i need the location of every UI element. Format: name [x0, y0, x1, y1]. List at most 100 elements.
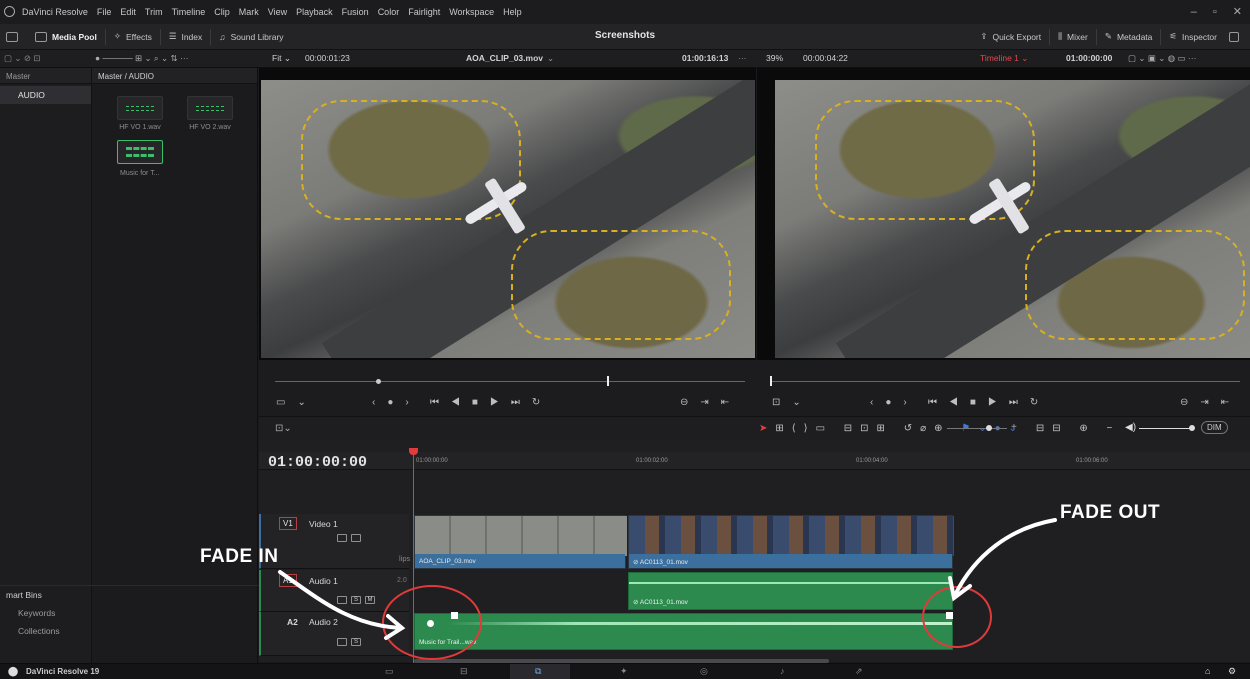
menu-timeline[interactable]: Timeline [172, 7, 206, 17]
maximize-icon[interactable]: ▫ [1213, 6, 1217, 18]
timeline-scrubber[interactable] [770, 381, 1240, 382]
source-in-marker[interactable] [376, 379, 381, 384]
menu-color[interactable]: Color [378, 7, 400, 17]
zoom-percent[interactable]: 39% [766, 53, 783, 63]
index-button[interactable]: ☰ Index [163, 28, 208, 46]
menu-edit[interactable]: Edit [120, 7, 136, 17]
menu-playback[interactable]: Playback [296, 7, 333, 17]
source-play-controls[interactable]: ⏮◀■▶⏭↻ [430, 397, 552, 408]
close-icon[interactable]: ✕ [1233, 5, 1242, 18]
source-viewer[interactable] [259, 68, 756, 360]
menu-mark[interactable]: Mark [239, 7, 259, 17]
divider [1095, 28, 1097, 45]
zoom-in-icon[interactable]: + [1011, 422, 1017, 433]
metadata-button[interactable]: ✎ Metadata [1099, 28, 1159, 46]
volume-slider-handle[interactable] [1189, 425, 1195, 431]
clip-thumbnail[interactable] [117, 96, 163, 120]
auto-select-icon[interactable] [337, 534, 347, 542]
audio-clip[interactable]: ⊘ AC0113_01.mov [628, 572, 953, 610]
timeline-name-dropdown[interactable]: Timeline 1 ⌄ [980, 53, 1028, 64]
timeline-viewer[interactable] [757, 68, 1250, 360]
divider [1049, 28, 1051, 45]
clip-thumbnails [415, 516, 627, 556]
source-transport-controls[interactable]: ▭⌄ [276, 397, 318, 408]
zoom-slider-handle[interactable] [986, 425, 992, 431]
source-scrubber[interactable] [275, 381, 745, 382]
chevron-down-icon[interactable]: ⌄ [547, 53, 554, 64]
fairlight-page-icon[interactable]: ♪ [780, 666, 785, 676]
speaker-icon[interactable]: ◀) [1125, 422, 1136, 433]
fade-out-arrow-icon [948, 518, 1057, 602]
clip-name: Music for T... [120, 170, 160, 177]
menu-help[interactable]: Help [503, 7, 522, 17]
mixer-button[interactable]: ⫼ Mixer [1052, 28, 1094, 46]
thumbnail-size-slider[interactable]: ● ───── ⊞ ⌄ ⌕ ⌄ ⇅ ··· [95, 53, 189, 64]
dim-button[interactable]: DIM [1201, 421, 1228, 434]
volume-slider[interactable] [1139, 428, 1191, 429]
timeline-transport-controls[interactable]: ⊡⌄ [772, 397, 813, 408]
timeline-duration-timecode: 00:00:04:22 [803, 53, 848, 63]
sound-library-button[interactable]: ♫ Sound Library [213, 28, 289, 46]
color-page-icon[interactable]: ◎ [700, 666, 708, 677]
menu-clip[interactable]: Clip [214, 7, 230, 17]
clip-label-text: AC0113_01.mov [639, 599, 688, 606]
deliver-page-icon[interactable]: ⇗ [855, 666, 863, 677]
gear-icon[interactable]: ⚙ [1228, 666, 1236, 677]
fusion-page-icon[interactable]: ✦ [620, 666, 628, 677]
divider [104, 28, 106, 45]
video-clip[interactable]: AOA_CLIP_03.mov [414, 515, 627, 569]
menu-list: DaVinci Resolve File Edit Trim Timeline … [22, 7, 531, 17]
minimize-icon[interactable]: – [1191, 6, 1197, 18]
home-icon[interactable]: ⌂ [1205, 666, 1210, 676]
menu-file[interactable]: File [97, 7, 112, 17]
track-tag-v1[interactable]: V1 [279, 517, 297, 530]
sound-library-label: Sound Library [230, 31, 284, 42]
source-mark-controls[interactable]: ⊖⇥⇤ [680, 397, 741, 408]
timeline-jog-control[interactable]: ‹●› [870, 397, 919, 408]
edit-tools[interactable]: ➤⊞⟨⟩▭ ⊟⊡⊞ ↺⌀⊕ ⚑⌄●⌄ ⊟⊟ ⊕ − [759, 423, 1120, 434]
cut-page-icon[interactable]: ⊟ [460, 666, 468, 677]
taxiway-line [1025, 230, 1245, 340]
view-options-icon[interactable]: ▢ ⌄ ⊘ ⊡ [4, 53, 40, 64]
more-options-icon[interactable]: ··· [738, 53, 747, 63]
viewer-options-icon[interactable]: ▢ ⌄ ▣ ⌄ ◍ ▭ ··· [1128, 53, 1196, 64]
source-playhead[interactable] [607, 376, 609, 386]
audio-wave-icon [126, 147, 154, 157]
media-pool-icon [35, 31, 47, 42]
smart-bin-collections[interactable]: Collections [0, 622, 258, 640]
divider [1160, 28, 1162, 45]
video-clip[interactable]: ⊘ AC0113_01.mov [628, 515, 954, 569]
quick-export-button[interactable]: ⇪ Quick Export [974, 28, 1047, 46]
expand-button[interactable] [1223, 28, 1250, 46]
timeline-view-options-icon[interactable]: ⊡⌄ [275, 423, 292, 434]
menu-workspace[interactable]: Workspace [449, 7, 494, 17]
expand-icon [1229, 31, 1239, 42]
track-enable-icon[interactable] [351, 534, 361, 542]
zoom-slider[interactable] [947, 428, 1007, 429]
timeline-mark-controls[interactable]: ⊖⇥⇤ [1180, 397, 1241, 408]
clip-thumbnail[interactable] [187, 96, 233, 120]
bin-item-audio[interactable]: AUDIO [0, 86, 91, 104]
effects-button[interactable]: ✧ Effects [108, 28, 158, 46]
menu-fusion[interactable]: Fusion [342, 7, 369, 17]
clip-thumbnail-selected[interactable] [117, 140, 163, 164]
source-jog-control[interactable]: ‹●› [372, 397, 421, 408]
resolve-logo-icon: ⬤ [8, 666, 19, 676]
media-page-icon[interactable]: ▭ [385, 666, 394, 677]
media-pool-button[interactable]: Media Pool [29, 28, 103, 46]
menu-trim[interactable]: Trim [145, 7, 163, 17]
panel-toggle-button[interactable] [0, 28, 29, 46]
metadata-icon: ✎ [1104, 31, 1112, 41]
playhead-handle[interactable] [409, 448, 418, 455]
menu-view[interactable]: View [268, 7, 287, 17]
source-clip-name[interactable]: AOA_CLIP_03.mov [466, 53, 543, 63]
inspector-button[interactable]: ⚟ Inspector [1163, 28, 1223, 46]
zoom-fit-dropdown[interactable]: Fit ⌄ [272, 53, 291, 64]
timeline-playhead[interactable] [770, 376, 772, 386]
audio-clip[interactable]: Music for Trail...wav [414, 613, 953, 650]
menu-fairlight[interactable]: Fairlight [408, 7, 440, 17]
timeline-play-controls[interactable]: ⏮◀■▶⏭↻ [928, 397, 1050, 408]
edit-page-icon[interactable]: ⧉ [535, 666, 541, 677]
selection-tool-icon[interactable]: ➤ [759, 423, 775, 434]
smart-bin-keywords[interactable]: Keywords [0, 604, 258, 622]
